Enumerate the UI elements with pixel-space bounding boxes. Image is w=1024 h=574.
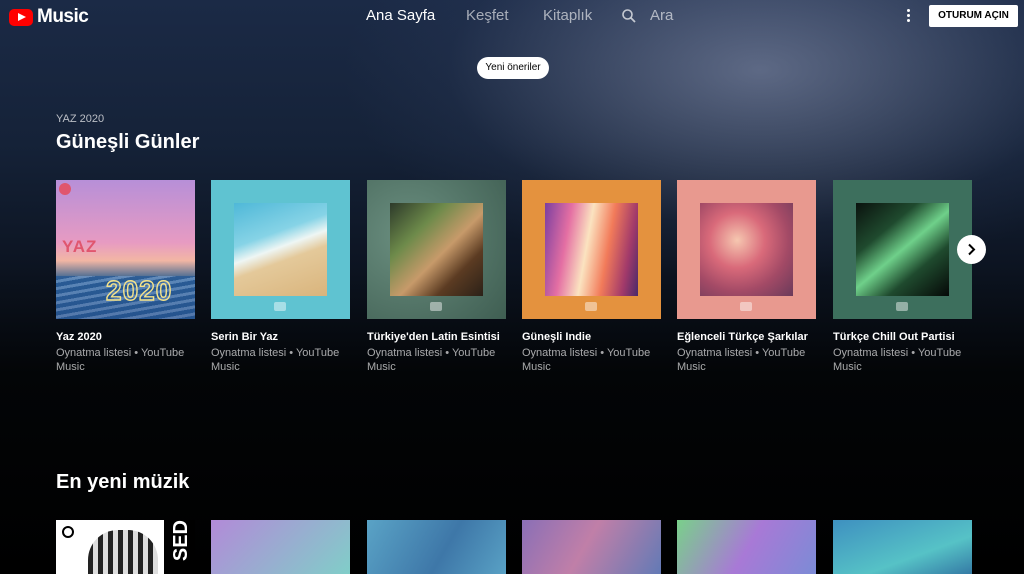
youtube-mini-icon [896,302,908,311]
signin-button[interactable]: OTURUM AÇIN [929,5,1018,27]
playlist-thumbnail[interactable] [522,180,661,319]
playlist-thumbnail[interactable] [367,180,506,319]
party-art [700,203,793,296]
playlist-card[interactable]: Türkçe Chill Out Partisi Oynatma listesi… [833,180,972,374]
card-subtitle: Oynatma listesi • YouTube Music [367,347,496,373]
new-recommendations-chip[interactable]: Yeni öneriler [477,57,549,79]
artist-photo [88,530,158,574]
nav-library[interactable]: Kitaplık [543,7,592,24]
search-icon[interactable] [621,8,637,24]
playlist-card[interactable]: Güneşli Indie Oynatma listesi • YouTube … [522,180,661,374]
playlist-card[interactable]: Türkiye'den Latin Esintisi Oynatma liste… [367,180,506,374]
section-title: En yeni müzik [56,471,190,493]
album-card[interactable] [211,520,350,574]
carousel-next-button[interactable] [957,235,986,264]
playlist-thumbnail[interactable] [211,180,350,319]
youtube-music-logo[interactable]: Music [9,6,89,28]
album-card[interactable] [522,520,661,574]
album-card[interactable]: SED [56,520,195,574]
nav-explore[interactable]: Keşfet [466,7,509,24]
disc-icon [62,526,74,538]
playlist-thumbnail[interactable]: YAZ 2020 [56,180,195,319]
chevron-right-icon [968,243,976,256]
youtube-play-icon [9,8,33,26]
record-dot-icon [59,183,71,195]
youtube-mini-icon [430,302,442,311]
card-subtitle: Oynatma listesi • YouTube Music [522,347,651,373]
playlist-card[interactable]: Serin Bir Yaz Oynatma listesi • YouTube … [211,180,350,374]
card-title[interactable]: Güneşli Indie [522,331,661,343]
youtube-mini-icon [585,302,597,311]
card-title[interactable]: Türkiye'den Latin Esintisi [367,331,506,343]
laser-art [856,203,949,296]
section-eyebrow: YAZ 2020 [56,113,105,125]
guitar-art [390,203,483,296]
section-title: Güneşli Günler [56,131,200,153]
nav-home[interactable]: Ana Sayfa [366,7,435,24]
card-subtitle: Oynatma listesi • YouTube Music [833,347,962,373]
art-text-top: YAZ [62,237,98,256]
art-text-bottom: 2020 [105,274,173,306]
top-bar: Music Ana Sayfa Keşfet Kitaplık Ara OTUR… [0,0,1024,34]
album-card[interactable] [367,520,506,574]
search-label[interactable]: Ara [650,7,673,24]
playlist-thumbnail[interactable] [677,180,816,319]
playlist-card[interactable]: YAZ 2020 Yaz 2020 Oynatma listesi • YouT… [56,180,195,374]
more-vert-icon[interactable] [903,8,913,26]
album-card[interactable] [677,520,816,574]
card-title[interactable]: Türkçe Chill Out Partisi [833,331,972,343]
card-subtitle: Oynatma listesi • YouTube Music [211,347,340,373]
album-card[interactable] [833,520,972,574]
indie-art [545,203,638,296]
youtube-mini-icon [740,302,752,311]
playlist-card[interactable]: Eğlenceli Türkçe Şarkılar Oynatma listes… [677,180,816,374]
youtube-mini-icon [274,302,286,311]
playlist-thumbnail[interactable] [833,180,972,319]
card-subtitle: Oynatma listesi • YouTube Music [56,347,185,373]
card-title[interactable]: Yaz 2020 [56,331,195,343]
card-title[interactable]: Eğlenceli Türkçe Şarkılar [677,331,816,343]
logo-text: Music [37,6,89,27]
card-title[interactable]: Serin Bir Yaz [211,331,350,343]
album-art-text: SED [170,520,192,562]
card-subtitle: Oynatma listesi • YouTube Music [677,347,806,373]
beach-art [234,203,327,296]
